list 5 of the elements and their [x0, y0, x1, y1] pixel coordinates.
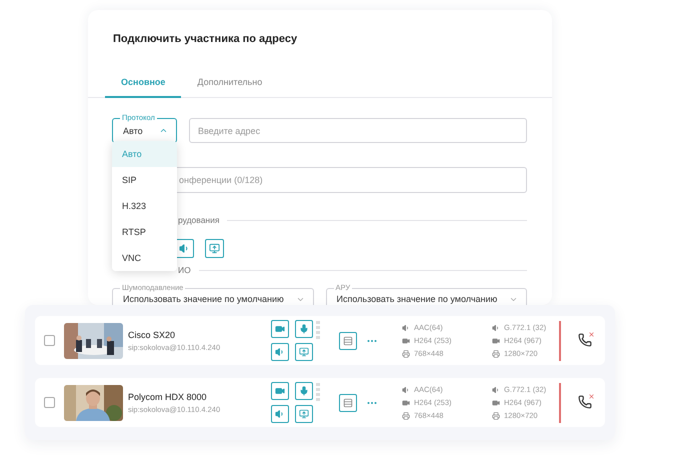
section-title: ИО	[178, 264, 191, 277]
device-name: Cisco SX20	[128, 330, 176, 340]
dialog-title: Подключить участника по адресу	[112, 32, 298, 46]
device-name: Polycom HDX 8000	[128, 392, 208, 402]
section-title: рудования	[178, 214, 220, 227]
